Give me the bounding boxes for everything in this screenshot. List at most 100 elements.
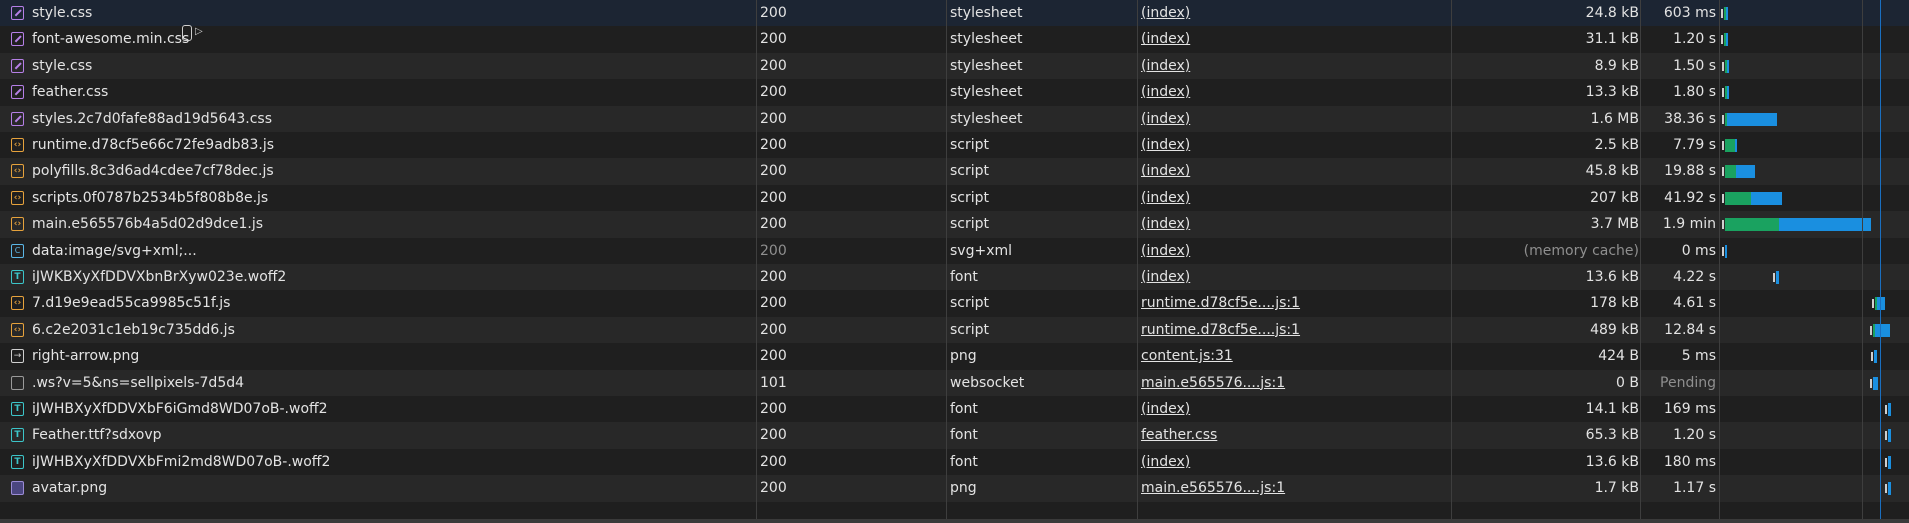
waterfall-download-bar[interactable]: [1726, 59, 1729, 73]
name-cell[interactable]: ‹› scripts.0f0787b2534b5f808b8e.js: [8, 185, 750, 211]
request-name[interactable]: data:image/svg+xml;...: [32, 238, 197, 264]
name-cell[interactable]: TiJWHBXyXfDDVXbF6iGmd8WD07oB-.woff2: [8, 396, 750, 422]
column-divider[interactable]: [1719, 0, 1720, 523]
name-cell[interactable]: avatar.png: [8, 475, 750, 501]
waterfall-download-bar[interactable]: [1888, 455, 1891, 469]
name-cell[interactable]: ‹› 6.c2e2031c1eb19c735dd6.js: [8, 317, 750, 343]
waterfall-download-bar[interactable]: [1735, 165, 1755, 179]
request-name[interactable]: .ws?v=5&ns=sellpixels-7d5d4: [32, 370, 244, 396]
waterfall-download-bar[interactable]: [1888, 403, 1891, 416]
initiator-link[interactable]: (index): [1141, 454, 1190, 470]
waterfall-wait-bar[interactable]: [1725, 165, 1736, 179]
waterfall-download-bar[interactable]: [1888, 429, 1891, 443]
initiator-link[interactable]: (index): [1141, 216, 1190, 232]
request-name[interactable]: feather.css: [32, 79, 108, 105]
waterfall-download-bar[interactable]: [1776, 271, 1779, 284]
request-name[interactable]: right-arrow.png: [32, 343, 139, 369]
table-row[interactable]: ‹› runtime.d78cf5e66c72fe9adb83.js 200 scri…: [0, 132, 1909, 159]
request-name[interactable]: iJWHBXyXfDDVXbFmi2md8WD07oB-.woff2: [32, 449, 330, 475]
initiator-link[interactable]: runtime.d78cf5e....js:1: [1141, 295, 1300, 311]
column-divider[interactable]: [1451, 0, 1452, 523]
waterfall-download-bar[interactable]: [1888, 482, 1891, 496]
table-row[interactable]: ‹› 7.d19e9ead55ca9985c51f.js 200 script runt…: [0, 290, 1909, 317]
table-row[interactable]: font-awesome.min.css 200 stylesheet (index)…: [0, 26, 1909, 53]
initiator-link[interactable]: main.e565576....js:1: [1141, 480, 1285, 496]
name-cell[interactable]: T Feather.ttf?sdxovp: [8, 422, 750, 448]
column-divider[interactable]: [1137, 0, 1138, 523]
waterfall-download-bar[interactable]: [1726, 7, 1729, 20]
initiator-link[interactable]: (index): [1141, 243, 1190, 259]
drag-handle-icon[interactable]: [182, 25, 192, 41]
name-cell[interactable]: → right-arrow.png: [8, 343, 750, 369]
waterfall-download-bar[interactable]: [1726, 86, 1729, 100]
request-name[interactable]: runtime.d78cf5e66c72fe9adb83.js: [32, 132, 274, 158]
initiator-link[interactable]: (index): [1141, 137, 1190, 153]
table-row[interactable]: TiJWHBXyXfDDVXbF6iGmd8WD07oB-.woff2 200 fo…: [0, 396, 1909, 423]
waterfall-wait-bar[interactable]: [1725, 218, 1780, 232]
initiator-link[interactable]: (index): [1141, 5, 1190, 21]
request-name[interactable]: avatar.png: [32, 475, 107, 501]
column-divider[interactable]: [946, 0, 947, 523]
name-cell[interactable]: .ws?v=5&ns=sellpixels-7d5d4: [8, 370, 750, 396]
initiator-link[interactable]: runtime.d78cf5e....js:1: [1141, 322, 1300, 338]
waterfall-download-bar[interactable]: [1877, 297, 1885, 311]
request-name[interactable]: Feather.ttf?sdxovp: [32, 422, 162, 448]
waterfall-download-bar[interactable]: [1734, 139, 1737, 152]
name-cell[interactable]: ‹› polyfills.8c3d6ad4cdee7cf78dec.js: [8, 158, 750, 184]
request-name[interactable]: scripts.0f0787b2534b5f808b8e.js: [32, 185, 268, 211]
initiator-link[interactable]: (index): [1141, 163, 1190, 179]
request-name[interactable]: font-awesome.min.css: [32, 26, 189, 52]
waterfall-wait-bar[interactable]: [1725, 139, 1735, 152]
name-cell[interactable]: ‹› main.e565576b4a5d02d9dce1.js: [8, 211, 750, 237]
waterfall-download-bar[interactable]: [1873, 376, 1878, 390]
waterfall-download-bar[interactable]: [1875, 323, 1891, 337]
initiator-link[interactable]: feather.css: [1141, 427, 1217, 443]
waterfall-download-bar[interactable]: [1779, 218, 1872, 232]
name-cell[interactable]: TiJWHBXyXfDDVXbFmi2md8WD07oB-.woff2: [8, 449, 750, 475]
name-cell[interactable]: styles.2c7d0fafe88ad19d5643.css: [8, 106, 750, 132]
table-row[interactable]: .ws?v=5&ns=sellpixels-7d5d4 101 websocket m…: [0, 369, 1909, 396]
name-cell[interactable]: style.css: [8, 0, 750, 26]
request-name[interactable]: 6.c2e2031c1eb19c735dd6.js: [32, 317, 235, 343]
name-cell[interactable]: ‹› 7.d19e9ead55ca9985c51f.js: [8, 290, 750, 316]
table-row[interactable]: styles.2c7d0fafe88ad19d5643.css 200 styles…: [0, 105, 1909, 132]
initiator-link[interactable]: (index): [1141, 58, 1190, 74]
table-row[interactable]: TiJWHBXyXfDDVXbFmi2md8WD07oB-.woff2 200 fo…: [0, 448, 1909, 476]
table-row[interactable]: feather.css 200 stylesheet (index) 13.3 kB 1.…: [0, 79, 1909, 106]
table-row[interactable]: style.css 200 stylesheet (index) 24.8 kB 603 …: [0, 0, 1909, 27]
table-row[interactable]: ‹› 6.c2e2031c1eb19c735dd6.js 200 script runt…: [0, 316, 1909, 344]
table-row[interactable]: T Feather.ttf?sdxovp 200 font feather.css 65.…: [0, 422, 1909, 449]
name-cell[interactable]: font-awesome.min.css: [8, 26, 750, 52]
waterfall-download-bar[interactable]: [1874, 350, 1877, 364]
initiator-link[interactable]: (index): [1141, 111, 1190, 127]
table-row[interactable]: style.css 200 stylesheet (index) 8.9 kB 1.50 …: [0, 52, 1909, 80]
request-name[interactable]: polyfills.8c3d6ad4cdee7cf78dec.js: [32, 158, 274, 184]
name-cell[interactable]: feather.css: [8, 79, 750, 105]
table-row[interactable]: ‹› scripts.0f0787b2534b5f808b8e.js 200 scri…: [0, 184, 1909, 212]
request-name[interactable]: main.e565576b4a5d02d9dce1.js: [32, 211, 263, 237]
request-name[interactable]: iJWHBXyXfDDVXbF6iGmd8WD07oB-.woff2: [32, 396, 328, 422]
initiator-link[interactable]: (index): [1141, 190, 1190, 206]
initiator-link[interactable]: main.e565576....js:1: [1141, 375, 1285, 391]
waterfall-download-bar[interactable]: [1725, 244, 1728, 258]
initiator-link[interactable]: (index): [1141, 84, 1190, 100]
name-cell[interactable]: ‹› runtime.d78cf5e66c72fe9adb83.js: [8, 132, 750, 158]
table-row[interactable]: Cdata:image/svg+xml;... 200 svg+xml (index)…: [0, 237, 1909, 264]
column-divider[interactable]: [756, 0, 757, 523]
request-name[interactable]: styles.2c7d0fafe88ad19d5643.css: [32, 106, 272, 132]
waterfall-wait-bar[interactable]: [1725, 191, 1752, 205]
initiator-link[interactable]: (index): [1141, 401, 1190, 417]
name-cell[interactable]: Cdata:image/svg+xml;...: [8, 238, 750, 264]
request-name[interactable]: iJWKBXyXfDDVXbnBrXyw023e.woff2: [32, 264, 286, 290]
name-cell[interactable]: style.css: [8, 53, 750, 79]
waterfall-download-bar[interactable]: [1726, 33, 1729, 47]
initiator-link[interactable]: (index): [1141, 31, 1190, 47]
name-cell[interactable]: TiJWKBXyXfDDVXbnBrXyw023e.woff2: [8, 264, 750, 290]
request-name[interactable]: style.css: [32, 53, 92, 79]
initiator-link[interactable]: content.js:31: [1141, 348, 1233, 364]
table-row[interactable]: ‹› main.e565576b4a5d02d9dce1.js 200 script (…: [0, 211, 1909, 238]
waterfall-download-bar[interactable]: [1751, 191, 1782, 205]
initiator-link[interactable]: (index): [1141, 269, 1190, 285]
table-row[interactable]: ‹› polyfills.8c3d6ad4cdee7cf78dec.js 200 sc…: [0, 158, 1909, 185]
table-row[interactable]: → right-arrow.png 200 png content.js:31 424 B…: [0, 343, 1909, 370]
